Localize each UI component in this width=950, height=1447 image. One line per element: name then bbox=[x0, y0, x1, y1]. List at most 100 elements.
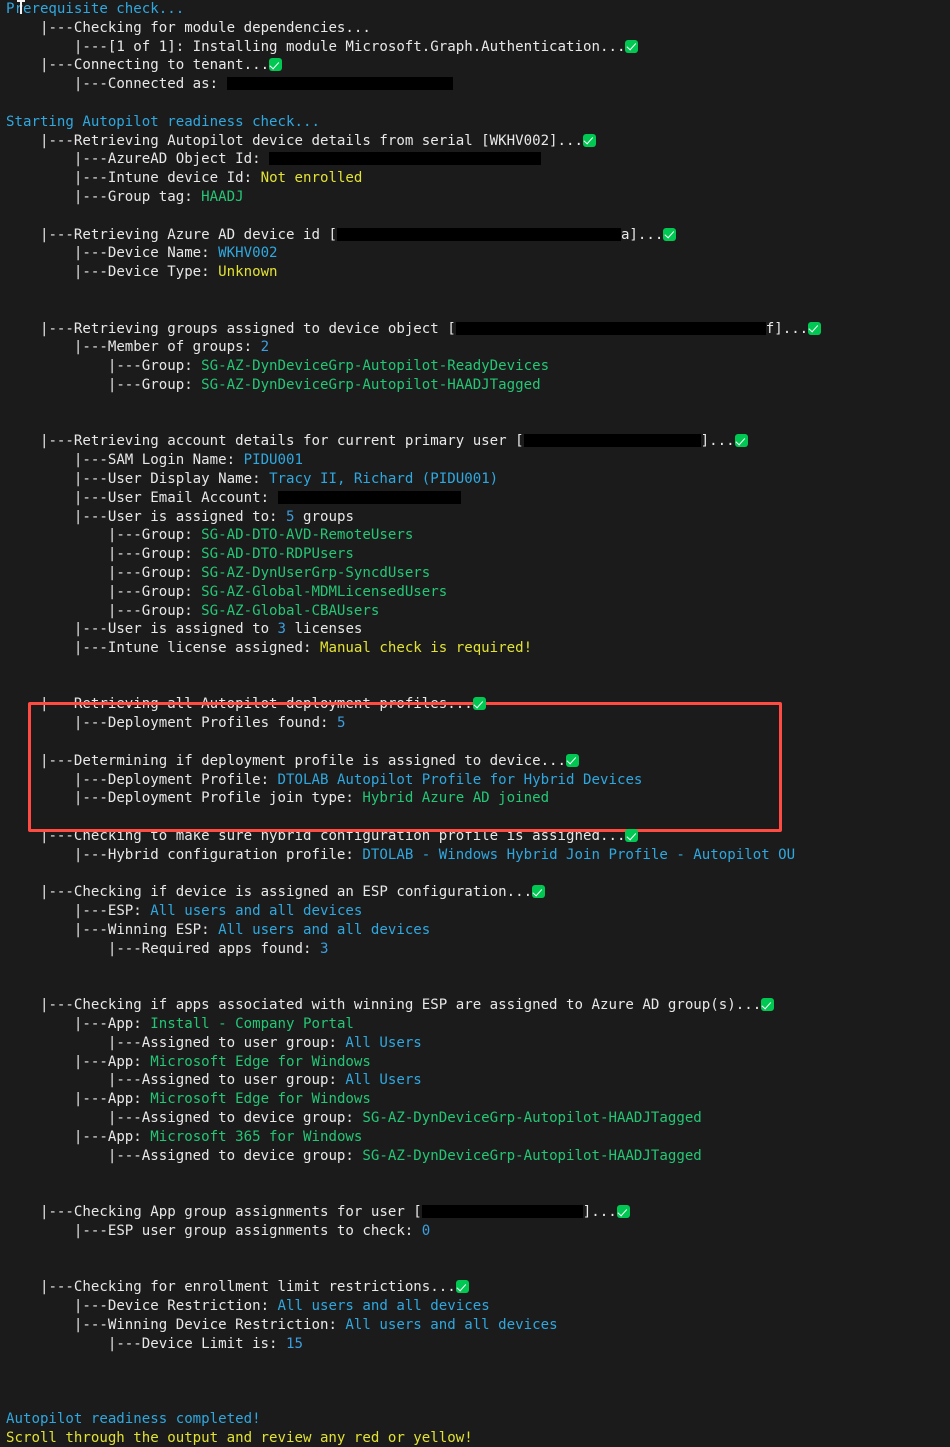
log-line-user-group: |---Group: SG-AZ-Global-MDMLicensedUsers bbox=[0, 583, 950, 602]
log-line-member-of-groups: |---Member of groups: 2 bbox=[0, 338, 950, 357]
esp-user-group-assignments-count: 0 bbox=[421, 1222, 431, 1239]
assigned-user-group-value: All Users bbox=[345, 1034, 422, 1051]
check-icon bbox=[761, 998, 775, 1012]
deployment-profile-join-type-label: |---Deployment Profile join type: bbox=[73, 790, 363, 807]
check-icon bbox=[583, 133, 597, 147]
prerequisite-check-text: Prerequisite check... bbox=[6, 1, 185, 17]
user-group-value: SG-AD-DTO-AVD-RemoteUsers bbox=[201, 527, 414, 544]
hybrid-config-profile-value: DTOLAB - Windows Hybrid Join Profile - A… bbox=[362, 846, 796, 863]
app-label: |---App: bbox=[73, 1091, 151, 1108]
device-type-value: Unknown bbox=[218, 264, 278, 281]
log-line-retrieving-azuread-device: |---Retrieving Azure AD device id [a]... bbox=[0, 226, 950, 245]
log-line-retrieving-account-details: |---Retrieving account details for curre… bbox=[0, 432, 950, 451]
device-group-value: SG-AZ-DynDeviceGrp-Autopilot-ReadyDevice… bbox=[201, 358, 550, 375]
log-line-user-group: |---Group: SG-AD-DTO-AVD-RemoteUsers bbox=[0, 526, 950, 545]
user-email-account-label: |---User Email Account: bbox=[73, 489, 278, 506]
intune-device-id-label: |---Intune device Id: bbox=[73, 170, 261, 187]
user-licenses-label: |---User is assigned to bbox=[73, 621, 278, 638]
app-value: Microsoft Edge for Windows bbox=[150, 1053, 371, 1070]
log-line-deployment-profiles-found: |---Deployment Profiles found: 5 bbox=[0, 714, 950, 733]
deployment-profile-label: |---Deployment Profile: bbox=[73, 771, 278, 788]
log-line-starting-check: Starting Autopilot readiness check... bbox=[0, 113, 950, 132]
log-line-app: |---App: Microsoft Edge for Windows bbox=[0, 1090, 950, 1109]
checking-modules-text: |---Checking for module dependencies... bbox=[39, 19, 371, 36]
app-label: |---App: bbox=[73, 1016, 151, 1033]
terminal-output[interactable]: Prerequisite check... |---Checking for m… bbox=[0, 0, 950, 1446]
log-line-app: |---App: Microsoft 365 for Windows bbox=[0, 1128, 950, 1147]
log-line-checking-hybrid-config: |---Checking to make sure hybrid configu… bbox=[0, 827, 950, 846]
log-line-prerequisite-check: Prerequisite check... bbox=[0, 0, 950, 19]
log-line-connected-as: |---Connected as: bbox=[0, 75, 950, 94]
check-icon bbox=[455, 1280, 469, 1294]
assigned-device-group-value: SG-AZ-DynDeviceGrp-Autopilot-HAADJTagged bbox=[362, 1110, 702, 1127]
check-icon bbox=[532, 885, 546, 899]
log-line-user-assigned-groups: |---User is assigned to: 5 groups bbox=[0, 508, 950, 527]
redacted-connected-as bbox=[226, 77, 453, 91]
log-line-azuread-object-id: |---AzureAD Object Id: bbox=[0, 150, 950, 169]
check-icon bbox=[734, 434, 748, 448]
log-line-user-group: |---Group: SG-AZ-DynUserGrp-SyncdUsers bbox=[0, 564, 950, 583]
required-apps-found-label: |---Required apps found: bbox=[107, 940, 320, 957]
log-line-app-assigned-device-group: |---Assigned to device group: SG-AZ-DynD… bbox=[0, 1109, 950, 1128]
retrieving-deployment-profiles-text: |---Retrieving all Autopilot deployment … bbox=[39, 696, 473, 713]
log-line-esp: |---ESP: All users and all devices bbox=[0, 902, 950, 921]
log-line-device-name: |---Device Name: WKHV002 bbox=[0, 244, 950, 263]
user-group-label: |---Group: bbox=[107, 527, 202, 544]
log-line-app-assigned-user-group: |---Assigned to user group: All Users bbox=[0, 1034, 950, 1053]
assigned-device-group-label: |---Assigned to device group: bbox=[107, 1147, 363, 1164]
redacted-azuread-device-id bbox=[336, 227, 621, 241]
log-line-retrieving-deployment-profiles: |---Retrieving all Autopilot deployment … bbox=[0, 695, 950, 714]
text-cursor-icon bbox=[17, 0, 25, 14]
user-display-name-value: Tracy II, Richard (PIDU001) bbox=[269, 470, 499, 487]
log-line-hybrid-config-profile: |---Hybrid configuration profile: DTOLAB… bbox=[0, 846, 950, 865]
log-line-determining-profile-assignment: |---Determining if deployment profile is… bbox=[0, 752, 950, 771]
device-name-label: |---Device Name: bbox=[73, 245, 219, 262]
user-group-label: |---Group: bbox=[107, 583, 202, 600]
log-line-user-email-account: |---User Email Account: bbox=[0, 489, 950, 508]
log-line-intune-license: |---Intune license assigned: Manual chec… bbox=[0, 639, 950, 658]
user-assigned-groups-suffix: groups bbox=[294, 508, 354, 525]
log-line-user-group: |---Group: SG-AD-DTO-RDPUsers bbox=[0, 545, 950, 564]
log-line-app-assigned-user-group: |---Assigned to user group: All Users bbox=[0, 1071, 950, 1090]
redacted-user-email bbox=[277, 490, 461, 504]
device-name-value: WKHV002 bbox=[218, 245, 278, 262]
checking-app-group-assignments-prefix: |---Checking App group assignments for u… bbox=[39, 1204, 422, 1220]
user-assigned-groups-label: |---User is assigned to: bbox=[73, 508, 287, 525]
group-tag-label: |---Group tag: bbox=[73, 188, 202, 205]
device-group-label: |---Group: bbox=[107, 376, 202, 393]
check-icon bbox=[625, 829, 639, 843]
device-restriction-value: All users and all devices bbox=[277, 1297, 490, 1314]
log-line-checking-modules: |---Checking for module dependencies... bbox=[0, 19, 950, 38]
log-line-esp-user-group-assignments: |---ESP user group assignments to check:… bbox=[0, 1222, 950, 1241]
group-tag-value: HAADJ bbox=[201, 188, 244, 205]
sam-login-name-label: |---SAM Login Name: bbox=[73, 452, 244, 469]
deployment-profile-join-type-value: Hybrid Azure AD joined bbox=[362, 790, 550, 807]
winning-device-restriction-value: All users and all devices bbox=[345, 1316, 558, 1333]
log-line-checking-enrollment-limits: |---Checking for enrollment limit restri… bbox=[0, 1278, 950, 1297]
deployment-profile-value: DTOLAB Autopilot Profile for Hybrid Devi… bbox=[277, 771, 643, 788]
log-line-device-type: |---Device Type: Unknown bbox=[0, 263, 950, 282]
azuread-object-id-label: |---AzureAD Object Id: bbox=[73, 151, 270, 168]
log-line-app: |---App: Microsoft Edge for Windows bbox=[0, 1053, 950, 1072]
log-line-user-group: |---Group: SG-AZ-Global-CBAUsers bbox=[0, 602, 950, 621]
check-icon bbox=[808, 321, 822, 335]
log-line-winning-esp: |---Winning ESP: All users and all devic… bbox=[0, 921, 950, 940]
log-line-retrieving-autopilot-device: |---Retrieving Autopilot device details … bbox=[0, 132, 950, 151]
log-line-device-group: |---Group: SG-AZ-DynDeviceGrp-Autopilot-… bbox=[0, 376, 950, 395]
retrieving-device-groups-suffix: f]... bbox=[765, 320, 809, 337]
retrieving-account-details-prefix: |---Retrieving account details for curre… bbox=[39, 433, 524, 450]
user-group-value: SG-AZ-DynUserGrp-SyncdUsers bbox=[201, 564, 431, 581]
deployment-profiles-found-label: |---Deployment Profiles found: bbox=[73, 715, 337, 732]
log-line-scroll-note: Scroll through the output and review any… bbox=[0, 1429, 950, 1447]
checking-app-group-assignments-suffix: ]... bbox=[582, 1204, 617, 1220]
app-value: Microsoft Edge for Windows bbox=[150, 1091, 371, 1108]
log-line-user-display-name: |---User Display Name: Tracy II, Richard… bbox=[0, 470, 950, 489]
redacted-primary-user bbox=[523, 434, 701, 448]
check-icon bbox=[269, 58, 283, 72]
device-group-value: SG-AZ-DynDeviceGrp-Autopilot-HAADJTagged bbox=[201, 376, 541, 393]
user-group-value: SG-AD-DTO-RDPUsers bbox=[201, 546, 354, 563]
check-icon bbox=[616, 1205, 630, 1218]
assigned-user-group-value: All Users bbox=[345, 1072, 422, 1089]
esp-value: All users and all devices bbox=[150, 903, 363, 920]
scroll-note-text: Scroll through the output and review any… bbox=[6, 1429, 473, 1446]
